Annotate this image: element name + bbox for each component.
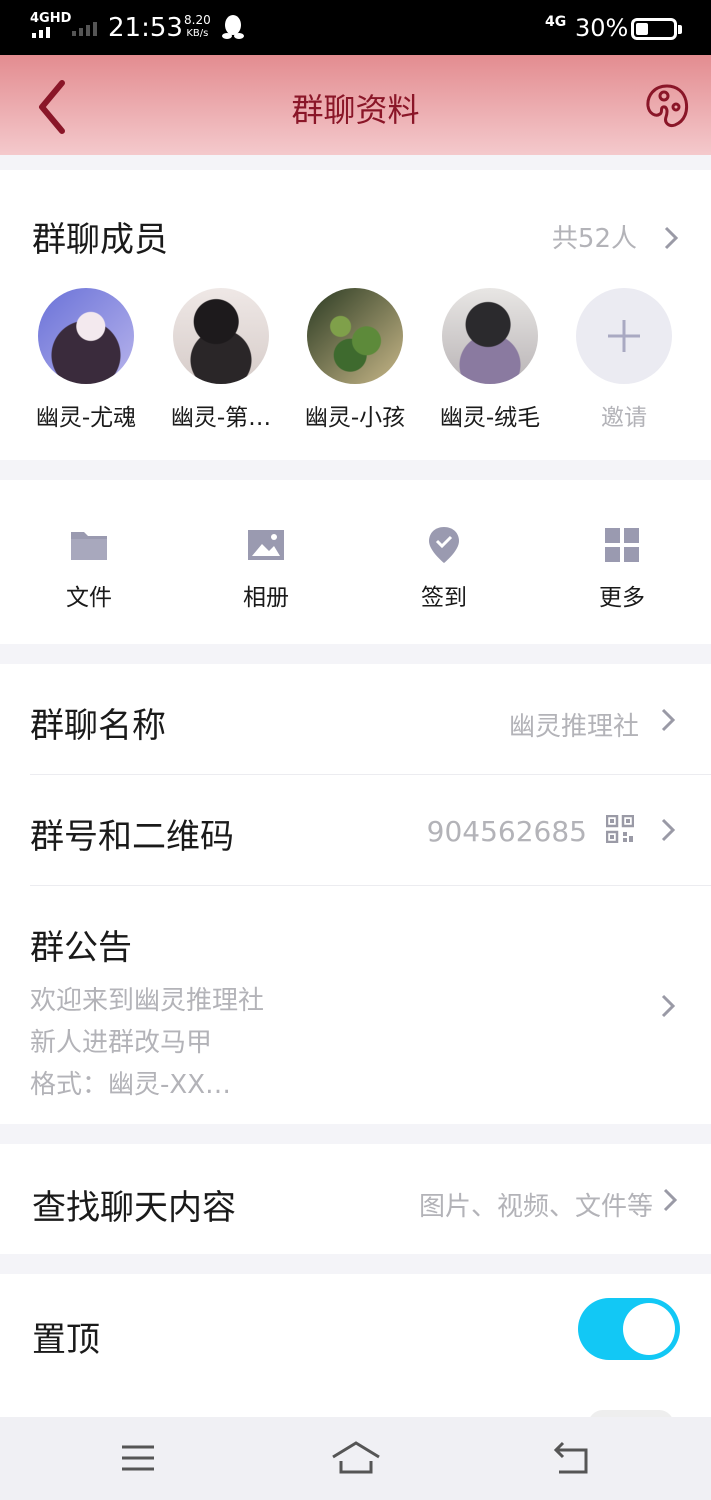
invite-member-button[interactable]: 邀请 (557, 288, 691, 432)
member-item[interactable]: 幽灵-第… (154, 288, 288, 432)
checkin-button[interactable]: 签到 (384, 524, 504, 612)
group-number-row[interactable]: 群号和二维码 904562685 (0, 775, 711, 885)
announcement-line: 欢迎来到幽灵推理社 (30, 986, 265, 1016)
announcement-line: 新人进群改马甲 (30, 1028, 213, 1058)
group-name-value: 幽灵推理社 (508, 712, 639, 742)
grid-icon (605, 528, 639, 562)
members-section: 群聊成员 共52人 幽灵-尤魂 幽灵-第… 幽灵-小孩 幽灵-绒毛 邀请 (0, 170, 711, 460)
avatar[interactable] (173, 288, 269, 384)
album-label: 相册 (243, 585, 289, 611)
photo-icon (248, 530, 284, 560)
files-label: 文件 (66, 585, 112, 611)
member-name: 幽灵-第… (170, 405, 272, 431)
battery-icon (631, 18, 682, 40)
signal-icon (32, 27, 50, 38)
signal-secondary-icon (72, 22, 97, 36)
home-icon[interactable] (331, 1439, 381, 1475)
group-number-value: 904562685 (426, 815, 587, 848)
page-title: 群聊资料 (291, 91, 420, 129)
battery-percent: 30% (575, 14, 629, 42)
member-name: 幽灵-尤魂 (35, 405, 137, 431)
avatar[interactable] (442, 288, 538, 384)
network-4g-label: 4G (545, 14, 567, 30)
chevron-right-icon (661, 994, 676, 1018)
member-name: 幽灵-小孩 (304, 405, 406, 431)
network-type-label: 4GHD (30, 11, 72, 26)
settings-section: 置顶 (0, 1274, 711, 1440)
chevron-right-icon (663, 1188, 678, 1212)
search-chat-label: 查找聊天内容 (32, 1188, 236, 1228)
status-bar: 4GHD 21:53 8.20 KB/s 4G 30% (0, 0, 711, 55)
add-icon[interactable] (576, 288, 672, 384)
announcement-row[interactable]: 群公告 欢迎来到幽灵推理社 新人进群改马甲 格式：幽灵-XX… (0, 886, 711, 1124)
network-speed: 8.20 KB/s (184, 14, 211, 40)
announcement-label: 群公告 (30, 928, 132, 968)
members-title: 群聊成员 (32, 220, 168, 260)
menu-icon[interactable] (120, 1443, 156, 1473)
member-name: 幽灵-绒毛 (439, 405, 541, 431)
system-navigation-bar (0, 1417, 711, 1500)
folder-icon (71, 532, 107, 560)
search-chat-hint: 图片、视频、文件等 (418, 1192, 653, 1222)
chevron-right-icon (661, 818, 676, 842)
member-item[interactable]: 幽灵-尤魂 (19, 288, 153, 432)
avatar[interactable] (38, 288, 134, 384)
network-speed-unit: KB/s (186, 28, 209, 39)
member-item[interactable]: 幽灵-绒毛 (423, 288, 557, 432)
group-number-label: 群号和二维码 (30, 817, 234, 857)
network-speed-value: 8.20 (184, 13, 211, 27)
search-chat-row[interactable]: 查找聊天内容 图片、视频、文件等 (0, 1144, 711, 1254)
announcement-line: 格式：幽灵-XX… (30, 1070, 232, 1100)
top-bar: 群聊资料 (0, 55, 711, 155)
toggle-knob (623, 1303, 675, 1355)
qq-penguin-icon (222, 15, 244, 39)
palette-icon[interactable] (642, 81, 692, 131)
more-label: 更多 (599, 585, 645, 611)
invite-label: 邀请 (601, 405, 647, 431)
qr-code-icon (606, 815, 634, 843)
chevron-right-icon (661, 708, 676, 732)
member-item[interactable]: 幽灵-小孩 (288, 288, 422, 432)
more-button[interactable]: 更多 (562, 524, 682, 612)
clock: 21:53 (108, 13, 183, 43)
tools-section: 文件 相册 签到 更多 (0, 480, 711, 644)
back-icon[interactable] (553, 1441, 591, 1475)
checkin-label: 签到 (421, 585, 467, 611)
group-info-section: 群聊名称 幽灵推理社 群号和二维码 904562685 群公告 欢迎来到幽灵推理… (0, 664, 711, 1124)
group-name-row[interactable]: 群聊名称 幽灵推理社 (0, 664, 711, 774)
checkin-icon (429, 527, 459, 563)
member-count[interactable]: 共52人 (552, 218, 637, 255)
chevron-right-icon[interactable] (662, 224, 680, 252)
avatar[interactable] (307, 288, 403, 384)
pin-toggle[interactable] (578, 1298, 680, 1360)
files-button[interactable]: 文件 (29, 524, 149, 612)
pin-label: 置顶 (32, 1320, 100, 1360)
album-button[interactable]: 相册 (206, 524, 326, 612)
group-name-label: 群聊名称 (30, 706, 166, 746)
